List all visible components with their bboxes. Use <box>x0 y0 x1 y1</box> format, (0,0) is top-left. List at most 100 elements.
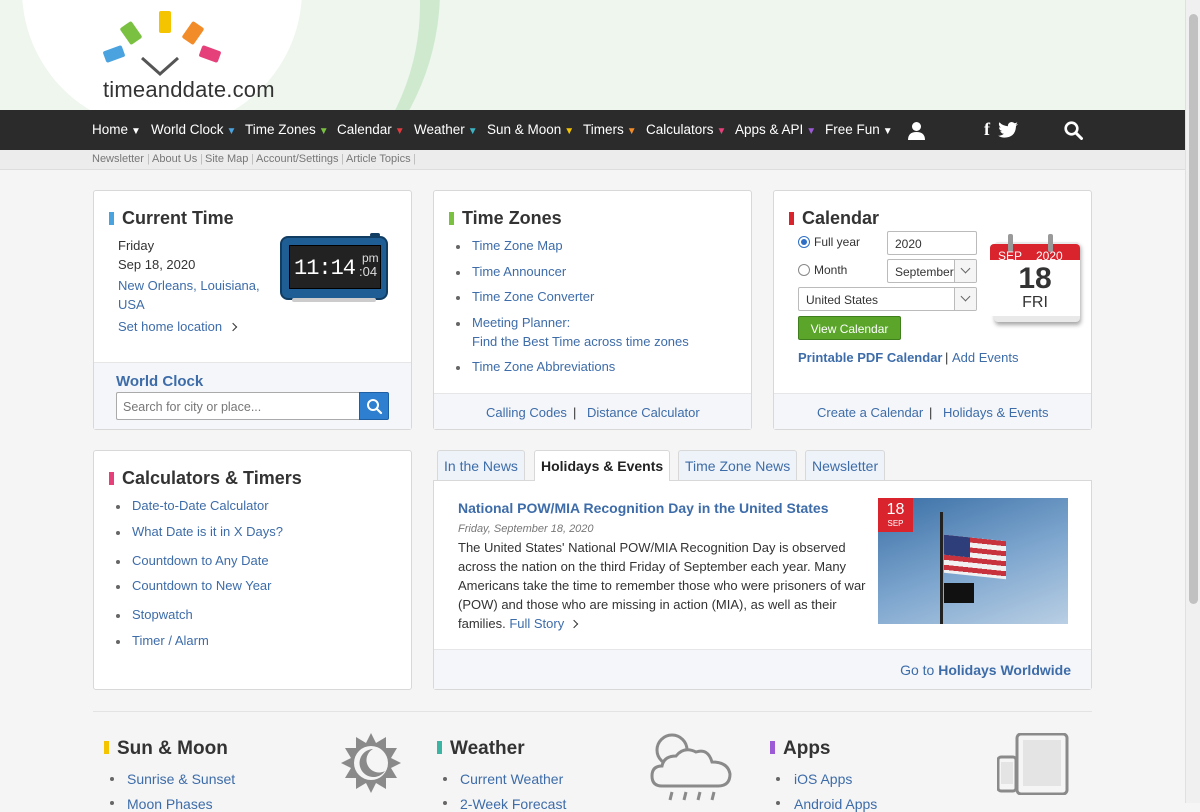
full-story-link[interactable]: Full Story <box>509 616 579 631</box>
clock-top-handle <box>370 233 380 237</box>
nav-dropdown-icon: ▼ <box>318 126 329 137</box>
link-time-announcer[interactable]: Time Announcer <box>472 264 566 279</box>
link-distance-calculator[interactable]: Distance Calculator <box>587 405 700 420</box>
nav-label: Apps & API <box>735 122 804 137</box>
view-calendar-button[interactable]: View Calendar <box>798 316 901 340</box>
nav-sun-moon[interactable]: Sun & Moon ▼ <box>487 122 574 137</box>
sun-moon-title[interactable]: Sun & Moon <box>104 738 228 760</box>
calendar-card: Calendar Full year 2020 Month September … <box>773 190 1092 430</box>
link-current-weather[interactable]: Current Weather <box>460 771 563 787</box>
calendar-icon-day: 18 <box>1018 262 1052 295</box>
current-date: Sep 18, 2020 <box>118 257 196 272</box>
news-headline[interactable]: National POW/MIA Recognition Day in the … <box>458 500 829 516</box>
country-select-value: United States <box>806 293 879 307</box>
country-select[interactable]: United States <box>798 287 977 311</box>
logo-text[interactable]: timeanddate.com <box>103 77 275 103</box>
month-select[interactable]: September <box>887 259 977 283</box>
list-bullet <box>110 777 114 781</box>
nav-time-zones[interactable]: Time Zones ▼ <box>245 122 329 137</box>
search-icon[interactable] <box>1064 121 1083 140</box>
calendar-title: Calendar <box>789 208 879 229</box>
facebook-icon[interactable]: f <box>984 119 990 140</box>
list-bullet <box>116 640 120 644</box>
chevron-right-icon <box>228 322 237 332</box>
nav-calculators[interactable]: Calculators ▼ <box>646 122 726 137</box>
apps-title[interactable]: Apps <box>770 738 831 760</box>
tab-holidays-events[interactable]: Holidays & Events <box>534 450 671 481</box>
nav-label: Weather <box>414 122 465 137</box>
link-create-a-calendar[interactable]: Create a Calendar <box>817 405 923 420</box>
nav-apps-api[interactable]: Apps & API ▼ <box>735 122 816 137</box>
link-android-apps[interactable]: Android Apps <box>794 796 877 812</box>
nav-free-fun[interactable]: Free Fun ▼ <box>825 122 893 137</box>
subnav-account-settings[interactable]: Account/Settings <box>256 153 339 165</box>
subnav-about-us[interactable]: About Us <box>152 153 197 165</box>
subnav-divider: | <box>147 153 150 165</box>
alarm-clock-icon: 11:14 pm :04 <box>280 233 388 302</box>
link-countdown-any-date[interactable]: Countdown to Any Date <box>132 553 269 568</box>
time-zones-footer: Calling Codes | Distance Calculator <box>434 393 751 429</box>
sub-nav: Newsletter | About Us | Site Map | Accou… <box>0 150 1185 170</box>
section-color-bar <box>437 741 442 754</box>
tab-in-the-news[interactable]: In the News <box>437 450 525 480</box>
news-image[interactable]: 18 SEP <box>878 498 1068 624</box>
user-account-icon[interactable] <box>907 121 926 140</box>
link-time-zone-map[interactable]: Time Zone Map <box>472 238 563 253</box>
world-clock-search-band: World Clock Search for city or place... <box>94 362 411 429</box>
link-ios-apps[interactable]: iOS Apps <box>794 771 852 787</box>
section-color-bar <box>104 741 109 754</box>
link-sunrise-sunset[interactable]: Sunrise & Sunset <box>127 771 235 787</box>
full-year-radio[interactable] <box>798 236 810 248</box>
subnav-divider: | <box>251 153 254 165</box>
link-time-zone-converter[interactable]: Time Zone Converter <box>472 289 594 304</box>
world-clock-search-button[interactable] <box>359 392 389 420</box>
link-holidays-events[interactable]: Holidays & Events <box>943 405 1049 420</box>
printable-pdf-calendar-link[interactable]: Printable PDF Calendar <box>798 350 942 365</box>
nav-dropdown-icon: ▼ <box>394 126 405 137</box>
link-stopwatch[interactable]: Stopwatch <box>132 607 193 622</box>
year-input[interactable]: 2020 <box>887 231 977 255</box>
world-clock-search-input[interactable]: Search for city or place... <box>116 392 360 420</box>
page-scrollbar[interactable] <box>1185 0 1200 803</box>
link-time-zone-abbreviations[interactable]: Time Zone Abbreviations <box>472 359 615 374</box>
footer-divider: | <box>929 405 933 420</box>
nav-calendar[interactable]: Calendar ▼ <box>337 122 405 137</box>
link-countdown-new-year[interactable]: Countdown to New Year <box>132 578 271 593</box>
link-date-to-date-calculator[interactable]: Date-to-Date Calculator <box>132 498 269 513</box>
scrollbar-thumb[interactable] <box>1189 14 1198 604</box>
link-meeting-planner[interactable]: Meeting Planner: <box>472 315 570 330</box>
current-location-link[interactable]: New Orleans, Louisiana, USA <box>118 276 268 314</box>
calendar-date-icon: SEP 2020 18 FRI <box>990 234 1082 322</box>
list-bullet <box>110 801 114 805</box>
current-time-title-text: Current Time <box>122 208 234 228</box>
link-calling-codes[interactable]: Calling Codes <box>486 405 567 420</box>
tab-newsletter[interactable]: Newsletter <box>805 450 886 480</box>
world-clock-label[interactable]: World Clock <box>116 373 203 390</box>
month-radio[interactable] <box>798 264 810 276</box>
subnav-article-topics[interactable]: Article Topics <box>346 153 411 165</box>
clock-foot <box>292 298 376 302</box>
nav-dropdown-icon: ▼ <box>882 126 893 137</box>
nav-dropdown-icon: ▼ <box>131 126 141 137</box>
weather-title[interactable]: Weather <box>437 738 525 760</box>
link-meeting-planner-sub[interactable]: Find the Best Time across time zones <box>472 334 689 349</box>
add-events-link[interactable]: Add Events <box>952 350 1019 365</box>
link-what-date-x-days[interactable]: What Date is it in X Days? <box>132 524 283 539</box>
twitter-icon[interactable] <box>998 122 1018 138</box>
nav-home[interactable]: Home ▼ <box>92 122 141 137</box>
link-moon-phases[interactable]: Moon Phases <box>127 796 213 812</box>
calculators-title: Calculators & Timers <box>109 468 302 489</box>
link-2-week-forecast[interactable]: 2-Week Forecast <box>460 796 566 812</box>
nav-weather[interactable]: Weather ▼ <box>414 122 478 137</box>
set-home-location-link[interactable]: Set home location <box>118 319 237 334</box>
nav-timers[interactable]: Timers ▼ <box>583 122 637 137</box>
nav-world-clock[interactable]: World Clock ▼ <box>151 122 236 137</box>
subnav-newsletter[interactable]: Newsletter <box>92 153 144 165</box>
tab-time-zone-news[interactable]: Time Zone News <box>678 450 798 480</box>
holidays-worldwide-link[interactable]: Go to Holidays Worldwide <box>900 662 1071 678</box>
chevron-right-icon <box>569 619 579 629</box>
calculators-timers-card: Calculators & Timers Date-to-Date Calcul… <box>93 450 412 690</box>
subnav-site-map[interactable]: Site Map <box>205 153 248 165</box>
link-timer-alarm[interactable]: Timer / Alarm <box>132 633 209 648</box>
news-panel: National POW/MIA Recognition Day in the … <box>433 480 1092 690</box>
